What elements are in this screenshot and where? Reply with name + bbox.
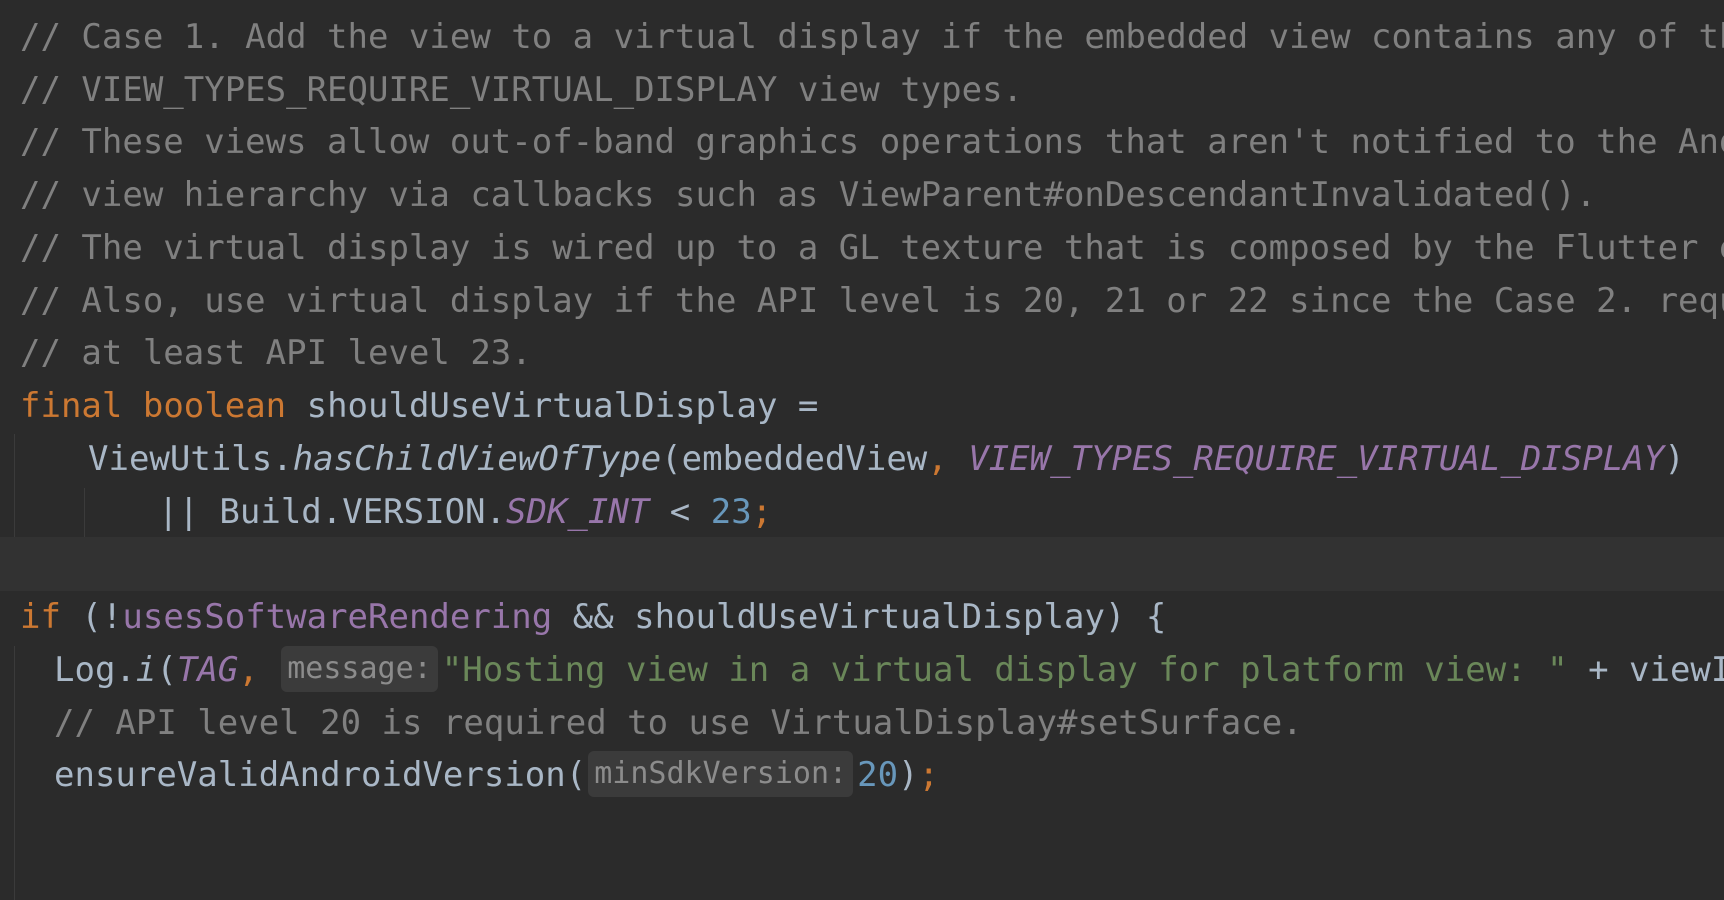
ensure-call-expression: ensureValidAndroidVersion(minSdkVersion:… [54,746,939,804]
log-call-expression: Log.i(TAG, message: "Hosting view in a vi… [54,641,1724,699]
declaration-statement: final boolean shouldUseVirtualDisplay = [20,377,818,435]
code-line: Log.i(TAG, message: "Hosting view in a vi… [0,641,1724,699]
code-line: || Build.VERSION.SDK_INT < 23; [0,483,1724,541]
number-literal: 23 [710,492,752,532]
method-call-expression: ViewUtils.hasChildViewOfType(embeddedVie… [88,430,1685,488]
current-line-highlight[interactable] [0,537,1724,591]
code-line: // Case 1. Add the view to a virtual dis… [0,8,1724,66]
comment-text: // Also, use virtual display if the API … [20,281,1724,321]
constant-reference: TAG [176,650,239,690]
static-method-name: i [135,650,157,690]
code-line: final boolean shouldUseVirtualDisplay = [0,377,1724,435]
semicolon: ; [918,755,940,795]
open-paren: ( [156,650,177,690]
comment-text: // at least API level 23. [20,333,532,373]
code-line: ensureValidAndroidVersion(minSdkVersion:… [0,746,1724,804]
code-editor[interactable]: // Case 1. Add the view to a virtual dis… [0,0,1724,900]
static-method-name: hasChildViewOfType [292,439,662,479]
comma: , [238,650,259,690]
code-line: if (!usesSoftwareRendering && shouldUseV… [0,588,1724,646]
code-line: // view hierarchy via callbacks such as … [0,166,1724,224]
close-paren: ) [898,755,919,795]
keyword-if: if [20,597,61,637]
comment-text: // VIEW_TYPES_REQUIRE_VIRTUAL_DISPLAY vi… [20,70,1024,110]
if-statement: if (!usesSoftwareRendering && shouldUseV… [20,588,1166,646]
class-reference: Log. [54,650,136,690]
close-paren: ) [1664,439,1685,479]
class-reference: ViewUtils. [88,439,293,479]
comment-text: // API level 20 is required to use Virtu… [54,703,1303,743]
keyword-boolean: boolean [142,386,287,426]
variable-declaration: shouldUseVirtualDisplay = [286,386,819,426]
static-field-reference: SDK_INT [506,492,650,532]
string-literal: "Hosting view in a virtual display for p… [441,650,1568,690]
number-literal: 20 [857,755,899,795]
code-line: // These views allow out-of-band graphic… [0,113,1724,171]
keyword-final: final [20,386,123,426]
operator: < [649,492,711,532]
comment-text: // view hierarchy via callbacks such as … [20,175,1597,215]
code-line: // The virtual display is wired up to a … [0,219,1724,277]
method-call: ensureValidAndroidVersion( [54,755,587,795]
condition-rest: && shouldUseVirtualDisplay) { [552,597,1167,637]
code-line: ViewUtils.hasChildViewOfType(embeddedVie… [0,430,1724,488]
parameter-hint-message: message: [281,646,438,692]
or-expression: || Build.VERSION.SDK_INT < 23; [158,483,772,541]
code-line: // at least API level 23. [0,324,1724,382]
constant-reference: VIEW_TYPES_REQUIRE_VIRTUAL_DISPLAY [968,439,1665,479]
semicolon: ; [751,492,773,532]
parameter-hint-minsdkversion: minSdkVersion: [588,751,854,797]
code-line: // Also, use virtual display if the API … [0,272,1724,330]
comment-text: // The virtual display is wired up to a … [20,228,1724,268]
code-line: // API level 20 is required to use Virtu… [0,694,1724,752]
or-prefix: || Build.VERSION. [158,492,506,532]
concat-rest: + viewId) [1588,650,1724,690]
field-reference: usesSoftwareRendering [122,597,553,637]
code-line: // VIEW_TYPES_REQUIRE_VIRTUAL_DISPLAY vi… [0,61,1724,119]
argument-text: (embeddedView [661,439,928,479]
comment-text: // Case 1. Add the view to a virtual dis… [20,17,1724,57]
open-condition: (! [60,597,123,637]
comma: , [927,439,969,479]
comment-text: // These views allow out-of-band graphic… [20,122,1724,162]
